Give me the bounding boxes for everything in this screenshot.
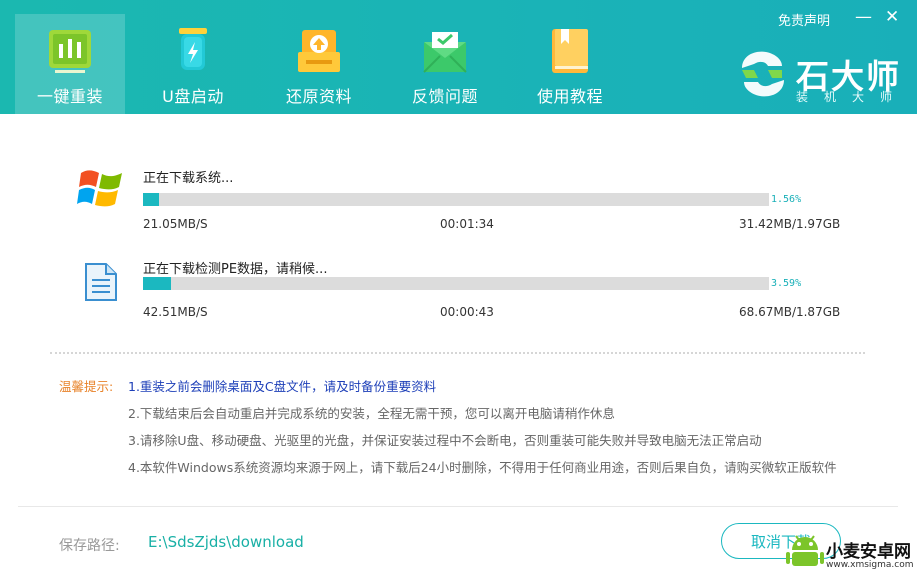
download-time: 00:01:34 — [440, 217, 494, 231]
android-robot-icon — [786, 535, 824, 566]
watermark: 小麦安卓网 www.xmsigma.com — [786, 528, 917, 577]
tab-one-click-reinstall[interactable]: 一键重装 — [15, 14, 125, 114]
tab-label: 还原资料 — [285, 87, 352, 106]
brand-mark-icon — [742, 51, 784, 97]
download-speed: 42.51MB/S — [143, 305, 208, 319]
tab-label: 使用教程 — [536, 87, 603, 106]
download-speed: 21.05MB/S — [143, 217, 208, 231]
progress-track — [143, 277, 769, 290]
restore-icon — [296, 28, 342, 74]
footer-divider — [18, 506, 898, 507]
close-button[interactable]: ✕ — [885, 7, 899, 27]
progress-percent: 3.59% — [771, 278, 802, 289]
minimize-button[interactable]: — — [855, 7, 872, 27]
usb-icon — [170, 28, 216, 74]
download-title: 正在下载检测PE数据，请稍候... — [143, 262, 328, 277]
tab-tutorial[interactable]: 使用教程 — [515, 14, 625, 114]
download-row-system: 正在下载系统... 1.56% 21.05MB/S 00:01:34 31.42… — [0, 167, 917, 257]
tab-usb-boot[interactable]: U盘启动 — [138, 14, 248, 114]
header-bar: 一键重装 U盘启动 还原资料 反馈问题 使用教程 免责声明 — ✕ 石大师 装机… — [0, 0, 917, 114]
tip-item: 3.请移除U盘、移动硬盘、光驱里的光盘，并保证安装过程中不会断电，否则重装可能失… — [128, 433, 762, 448]
book-icon — [547, 28, 593, 74]
tab-label: 反馈问题 — [411, 87, 478, 106]
tip-item: 4.本软件Windows系统资源均来源于网上，请下载后24小时删除，不得用于任何… — [128, 460, 837, 475]
download-size: 68.67MB/1.87GB — [739, 305, 841, 319]
progress-fill — [143, 193, 159, 206]
tip-item: 1.重装之前会删除桌面及C盘文件，请及时备份重要资料 — [128, 379, 437, 394]
tip-item: 2.下载结束后会自动重启并完成系统的安装，全程无需干预，您可以离开电脑请稍作休息 — [128, 406, 615, 421]
brand-logo: 石大师 装机大师 — [738, 48, 908, 106]
disclaimer-link[interactable]: 免责声明 — [778, 10, 830, 29]
tab-label: 一键重装 — [36, 87, 103, 106]
download-time: 00:00:43 — [440, 305, 494, 319]
tips-label: 温馨提示: — [59, 379, 114, 394]
watermark-url: www.xmsigma.com — [826, 560, 914, 570]
watermark-title: 小麦安卓网 — [826, 542, 911, 562]
mail-icon — [422, 28, 468, 74]
save-path-value[interactable]: E:\SdsZjds\download — [148, 533, 304, 551]
progress-fill — [143, 277, 171, 290]
document-icon — [84, 262, 118, 306]
download-size: 31.42MB/1.97GB — [739, 217, 841, 231]
download-row-pe: 正在下载检测PE数据，请稍候... 3.59% 42.51MB/S 00:00:… — [0, 258, 917, 348]
tab-restore-data[interactable]: 还原资料 — [264, 14, 374, 114]
windows-logo-icon — [77, 167, 127, 217]
progress-track — [143, 193, 769, 206]
tab-feedback[interactable]: 反馈问题 — [390, 14, 500, 114]
save-path-label: 保存路径: — [59, 538, 120, 554]
chart-icon — [47, 28, 93, 74]
dotted-divider — [50, 352, 865, 354]
download-title: 正在下载系统... — [143, 171, 234, 186]
progress-percent: 1.56% — [771, 194, 802, 205]
brand-subtitle: 装机大师 — [796, 90, 909, 104]
tab-label: U盘启动 — [162, 87, 224, 106]
